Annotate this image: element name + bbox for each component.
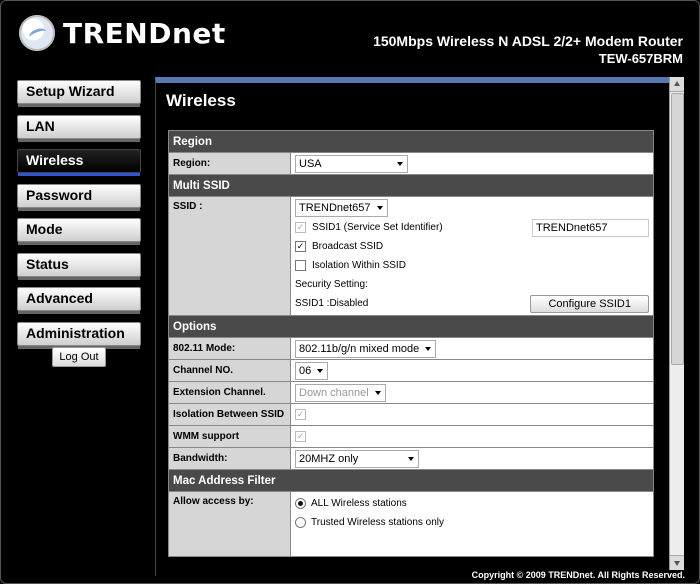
region-select[interactable]: USA [295,154,408,173]
copyright-footer: Copyright © 2009 TRENDnet. All Rights Re… [471,570,685,580]
section-header-region: Region [168,130,654,153]
scroll-up-button[interactable] [670,77,684,92]
ssid-label: SSID : [168,196,291,316]
nav-item-setup-wizard[interactable]: Setup Wizard [17,80,141,107]
wmm-support-checkbox[interactable]: ✓ [295,430,306,442]
product-info: 150Mbps Wireless N ADSL 2/2+ Modem Route… [373,33,683,67]
trendnet-logo-icon [19,15,55,51]
ssid-select[interactable]: TRENDnet657 [295,199,388,217]
arrow-up-icon [674,81,680,86]
broadcast-ssid-checkbox[interactable]: ✓ [295,240,306,252]
trusted-wireless-label: Trusted Wireless stations only [311,517,445,528]
nav-item-wireless[interactable]: Wireless [17,149,141,176]
section-header-mac-filter: Mac Address Filter [168,469,654,492]
logout-button[interactable]: Log Out [52,347,106,367]
brand-logo: TRENDnet [19,15,226,51]
extension-channel-select[interactable]: Down channel [295,383,386,402]
channel-select[interactable]: 06 [295,361,329,380]
ssid1-name-input[interactable]: TRENDnet657 [532,219,649,237]
extension-channel-label: Extension Channel. [168,381,291,404]
wireless-settings-table: Region Region: USA Multi SSID SSID : TRE… [168,130,654,557]
arrow-down-icon [674,561,680,566]
ssid1-checkbox[interactable]: ✓ [295,221,306,233]
product-model: TEW-657BRM [598,51,683,66]
brand-name: TRENDnet [63,16,226,50]
scroll-thumb[interactable] [671,93,684,365]
bandwidth-select[interactable]: 20MHZ only [295,449,419,468]
page-title: Wireless [166,91,236,110]
nav-item-lan[interactable]: LAN [17,114,141,142]
section-header-options: Options [168,315,654,338]
security-setting-label: Security Setting: [295,279,368,290]
mode-label: 802.11 Mode: [168,337,291,360]
bandwidth-label: Bandwidth: [168,447,291,470]
isolation-within-ssid-label: Isolation Within SSID [312,260,406,271]
scroll-down-button[interactable] [670,555,684,570]
nav-item-password[interactable]: Password [17,183,141,211]
mode-select[interactable]: 802.11b/g/n mixed mode [295,339,437,358]
nav-item-status[interactable]: Status [17,252,141,280]
channel-label: Channel NO. [168,359,291,382]
security-status: SSID1 :Disabled [295,298,369,309]
isolation-between-ssid-label: Isolation Between SSID [168,403,291,426]
main-content: Wireless Region Region: USA Multi SSID S… [155,77,670,576]
isolation-between-ssid-checkbox[interactable]: ✓ [295,408,306,420]
trusted-wireless-radio[interactable] [295,516,306,528]
nav-item-administration[interactable]: Administration [17,321,141,349]
nav-item-mode[interactable]: Mode [17,218,141,245]
all-wireless-radio[interactable] [295,497,306,509]
product-title: 150Mbps Wireless N ADSL 2/2+ Modem Route… [373,33,683,49]
section-header-multi-ssid: Multi SSID [168,174,654,197]
nav-item-advanced[interactable]: Advanced [17,287,141,314]
region-label: Region: [168,152,291,175]
wmm-support-label: WMM support [168,425,291,448]
ssid1-label: SSID1 (Service Set Identifier) [312,222,443,233]
configure-ssid1-button[interactable]: Configure SSID1 [530,295,649,313]
content-scrollbar[interactable] [669,77,684,570]
router-window: TRENDnet 150Mbps Wireless N ADSL 2/2+ Mo… [0,0,700,584]
isolation-within-ssid-checkbox[interactable] [295,259,306,271]
sidebar-nav: Setup Wizard LAN Wireless Password Mode … [17,80,141,356]
allow-access-label: Allow access by: [168,491,291,557]
broadcast-ssid-label: Broadcast SSID [312,241,384,252]
all-wireless-label: ALL Wireless stations [311,498,407,509]
